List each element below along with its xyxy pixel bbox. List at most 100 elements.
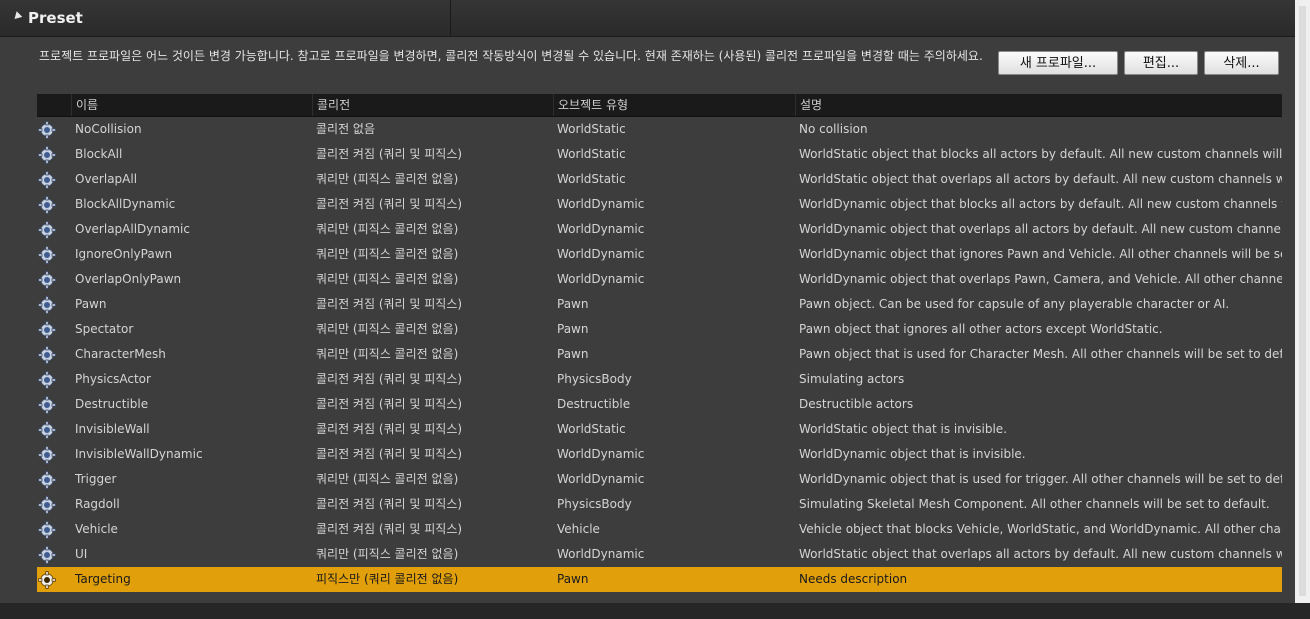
cell-name: BlockAll <box>75 147 123 161</box>
column-header-icon <box>37 94 71 116</box>
cell-name: InvisibleWallDynamic <box>75 447 203 461</box>
cell-collision: 쿼리만 (피직스 콜리전 없음) <box>316 547 459 561</box>
profile-gear-icon <box>37 142 57 167</box>
cell-object-type: WorldDynamic <box>557 272 645 286</box>
table-row[interactable]: Destructible 콜리전 켜짐 (쿼리 및 피직스) Destructi… <box>37 392 1282 417</box>
cell-object-type: PhysicsBody <box>557 497 632 511</box>
cell-description: WorldDynamic object that blocks all acto… <box>799 197 1282 211</box>
cell-name: PhysicsActor <box>75 372 151 386</box>
table-row[interactable]: Ragdoll 콜리전 켜짐 (쿼리 및 피직스) PhysicsBody Si… <box>37 492 1282 517</box>
profile-gear-icon <box>37 167 57 192</box>
cell-collision: 콜리전 켜짐 (쿼리 및 피직스) <box>316 422 463 436</box>
cell-name: InvisibleWall <box>75 422 150 436</box>
table-row[interactable]: Trigger 쿼리만 (피직스 콜리전 없음) WorldDynamic Wo… <box>37 467 1282 492</box>
cell-description: Pawn object that is used for Character M… <box>799 347 1282 361</box>
cell-object-type: Vehicle <box>557 522 600 536</box>
cell-description: Destructible actors <box>799 397 914 411</box>
cell-description: No collision <box>799 122 868 136</box>
cell-collision: 콜리전 켜짐 (쿼리 및 피직스) <box>316 522 463 536</box>
cell-description: WorldDynamic object that is invisible. <box>799 447 1026 461</box>
cell-collision: 피직스만 (쿼리 콜리전 없음) <box>316 572 459 586</box>
collapse-arrow-icon[interactable] <box>11 11 23 22</box>
cell-name: Destructible <box>75 397 149 411</box>
column-header-description[interactable]: 설명 <box>795 94 1282 116</box>
scrollbar-thumb[interactable] <box>1299 6 1306 596</box>
profile-gear-icon <box>37 117 57 142</box>
table-row[interactable]: NoCollision 콜리전 없음 WorldStatic No collis… <box>37 117 1282 142</box>
table-row[interactable]: InvisibleWallDynamic 콜리전 켜짐 (쿼리 및 피직스) W… <box>37 442 1282 467</box>
cell-name: OverlapOnlyPawn <box>75 272 182 286</box>
cell-collision: 콜리전 켜짐 (쿼리 및 피직스) <box>316 297 463 311</box>
cell-name: OverlapAllDynamic <box>75 222 190 236</box>
cell-object-type: WorldDynamic <box>557 247 645 261</box>
table-row[interactable]: BlockAllDynamic 콜리전 켜짐 (쿼리 및 피직스) WorldD… <box>37 192 1282 217</box>
cell-object-type: Pawn <box>557 347 589 361</box>
cell-collision: 콜리전 켜짐 (쿼리 및 피직스) <box>316 447 463 461</box>
cell-object-type: Pawn <box>557 572 589 586</box>
cell-collision: 콜리전 켜짐 (쿼리 및 피직스) <box>316 397 463 411</box>
profile-gear-icon <box>37 267 57 292</box>
cell-collision: 쿼리만 (피직스 콜리전 없음) <box>316 172 459 186</box>
new-profile-button[interactable]: 새 프로파일... <box>998 51 1118 75</box>
table-row[interactable]: InvisibleWall 콜리전 켜짐 (쿼리 및 피직스) WorldSta… <box>37 417 1282 442</box>
preset-panel: Preset 프로젝트 프로파일은 어느 것이든 변경 가능합니다. 참고로 프… <box>0 0 1295 603</box>
table-row[interactable]: OverlapAllDynamic 쿼리만 (피직스 콜리전 없음) World… <box>37 217 1282 242</box>
table-row[interactable]: UI 쿼리만 (피직스 콜리전 없음) WorldDynamic WorldSt… <box>37 542 1282 567</box>
cell-name: OverlapAll <box>75 172 138 186</box>
cell-collision: 콜리전 켜짐 (쿼리 및 피직스) <box>316 197 463 211</box>
cell-object-type: WorldStatic <box>557 147 626 161</box>
cell-collision: 쿼리만 (피직스 콜리전 없음) <box>316 472 459 486</box>
table-row[interactable]: Spectator 쿼리만 (피직스 콜리전 없음) Pawn Pawn obj… <box>37 317 1282 342</box>
column-header-name[interactable]: 이름 <box>71 94 312 116</box>
table-row[interactable]: Vehicle 콜리전 켜짐 (쿼리 및 피직스) Vehicle Vehicl… <box>37 517 1282 542</box>
cell-collision: 쿼리만 (피직스 콜리전 없음) <box>316 272 459 286</box>
cell-collision: 콜리전 켜짐 (쿼리 및 피직스) <box>316 497 463 511</box>
cell-name: Pawn <box>75 297 107 311</box>
cell-name: Trigger <box>75 472 117 486</box>
cell-name: Ragdoll <box>75 497 120 511</box>
cell-description: Pawn object that ignores all other actor… <box>799 322 1163 336</box>
cell-description: Needs description <box>799 572 908 586</box>
table-row[interactable]: PhysicsActor 콜리전 켜짐 (쿼리 및 피직스) PhysicsBo… <box>37 367 1282 392</box>
profile-description: 프로젝트 프로파일은 어느 것이든 변경 가능합니다. 참고로 프로파일을 변경… <box>39 49 983 63</box>
cell-name: UI <box>75 547 88 561</box>
profile-gear-icon <box>37 542 57 567</box>
cell-object-type: Pawn <box>557 297 589 311</box>
profile-gear-icon <box>37 367 57 392</box>
table-row[interactable]: BlockAll 콜리전 켜짐 (쿼리 및 피직스) WorldStatic W… <box>37 142 1282 167</box>
table-row[interactable]: Targeting 피직스만 (쿼리 콜리전 없음) Pawn Needs de… <box>37 567 1282 592</box>
table-row[interactable]: CharacterMesh 쿼리만 (피직스 콜리전 없음) Pawn Pawn… <box>37 342 1282 367</box>
profile-gear-icon <box>37 342 57 367</box>
cell-collision: 쿼리만 (피직스 콜리전 없음) <box>316 222 459 236</box>
table-row[interactable]: IgnoreOnlyPawn 쿼리만 (피직스 콜리전 없음) WorldDyn… <box>37 242 1282 267</box>
cell-name: BlockAllDynamic <box>75 197 176 211</box>
cell-object-type: WorldStatic <box>557 122 626 136</box>
cell-description: WorldDynamic object that ignores Pawn an… <box>799 247 1282 261</box>
edit-profile-button[interactable]: 편집... <box>1124 51 1198 75</box>
delete-profile-button[interactable]: 삭제... <box>1204 51 1279 75</box>
header-divider <box>450 0 451 36</box>
profile-gear-icon <box>37 217 57 242</box>
cell-description: Simulating actors <box>799 372 905 386</box>
cell-description: WorldStatic object that overlaps all act… <box>799 547 1282 561</box>
preset-section-header[interactable]: Preset <box>0 0 1295 37</box>
profile-table: 이름 콜리전 오브젝트 유형 설명 NoCollision 콜리전 없음 Wor… <box>37 94 1282 592</box>
table-header: 이름 콜리전 오브젝트 유형 설명 <box>37 94 1282 117</box>
cell-collision: 쿼리만 (피직스 콜리전 없음) <box>316 347 459 361</box>
cell-description: Vehicle object that blocks Vehicle, Worl… <box>799 522 1282 536</box>
cell-object-type: PhysicsBody <box>557 372 632 386</box>
profile-gear-icon <box>37 317 57 342</box>
table-row[interactable]: OverlapAll 쿼리만 (피직스 콜리전 없음) WorldStatic … <box>37 167 1282 192</box>
profile-gear-icon <box>37 517 57 542</box>
profile-gear-icon <box>37 392 57 417</box>
column-header-collision[interactable]: 콜리전 <box>312 94 553 116</box>
cell-description: Simulating Skeletal Mesh Component. All … <box>799 497 1270 511</box>
profile-gear-icon <box>37 567 57 592</box>
bottom-bar <box>0 603 1310 619</box>
cell-description: WorldDynamic object that overlaps all ac… <box>799 222 1282 236</box>
table-row[interactable]: OverlapOnlyPawn 쿼리만 (피직스 콜리전 없음) WorldDy… <box>37 267 1282 292</box>
column-header-object-type[interactable]: 오브젝트 유형 <box>553 94 795 116</box>
cell-object-type: WorldStatic <box>557 422 626 436</box>
table-row[interactable]: Pawn 콜리전 켜짐 (쿼리 및 피직스) Pawn Pawn object.… <box>37 292 1282 317</box>
cell-name: CharacterMesh <box>75 347 166 361</box>
